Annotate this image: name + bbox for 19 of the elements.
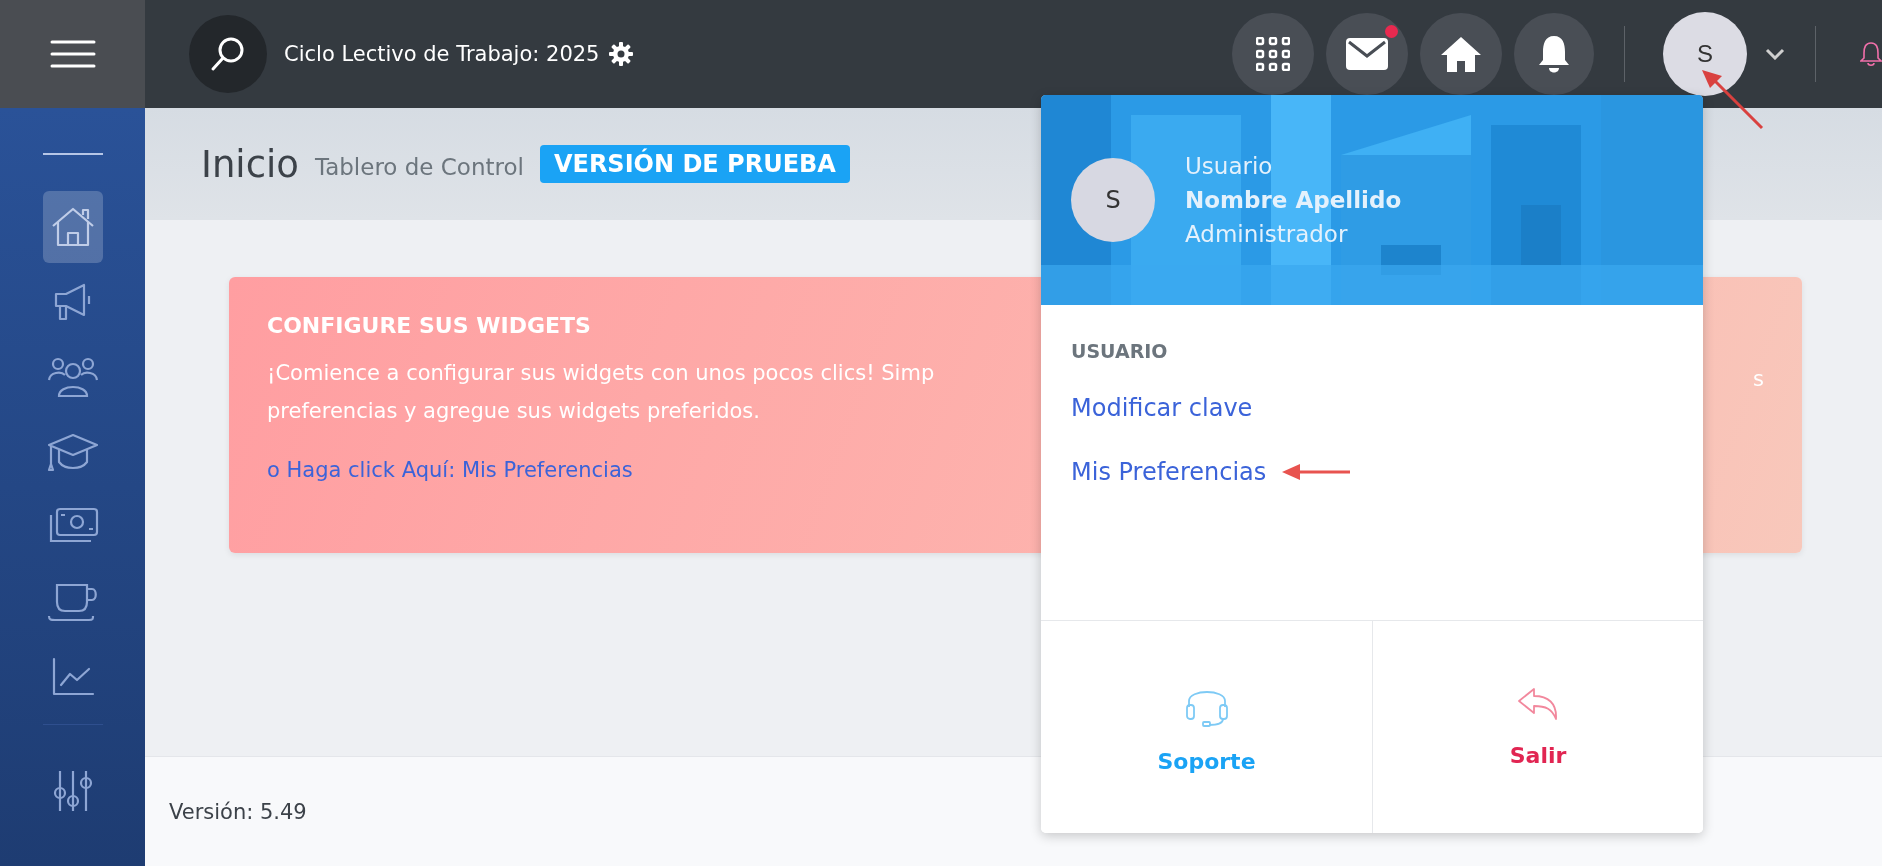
- support-button[interactable]: Soporte: [1041, 621, 1372, 833]
- user-name: Nombre Apellido: [1185, 187, 1402, 213]
- user-avatar[interactable]: S: [1663, 12, 1747, 96]
- preferences-link[interactable]: o Haga click Aquí: Mis Preferencias: [267, 458, 633, 482]
- alert-title: CONFIGURE SUS WIDGETS: [267, 313, 592, 338]
- alert-text: ¡Comience a configurar sus widgets con unos pocos clics! Simp: [267, 360, 935, 387]
- menu-item[interactable]: Mis Preferencias: [1071, 458, 1267, 486]
- page-title: Inicio: [201, 142, 299, 186]
- logout-button[interactable]: Salir: [1372, 621, 1703, 833]
- trial-version-badge: VERSIÓN DE PRUEBA: [539, 145, 850, 183]
- page-subtitle: Tablero de Control: [314, 154, 524, 180]
- alert-text: s: [1753, 366, 1764, 393]
- menu-item[interactable]: Modificar clave: [1071, 394, 1253, 422]
- section-heading: USUARIO: [1071, 340, 1168, 362]
- alert-text: preferencias y agregue sus widgets preferidos.: [267, 398, 761, 425]
- user-role: Administrador: [1185, 221, 1349, 247]
- school-year-title: Ciclo Lectivo de Trabajo: 2025: [284, 42, 600, 66]
- user-caption: Usuario: [1185, 153, 1274, 179]
- version-label: Versión: 5.49: [169, 799, 307, 824]
